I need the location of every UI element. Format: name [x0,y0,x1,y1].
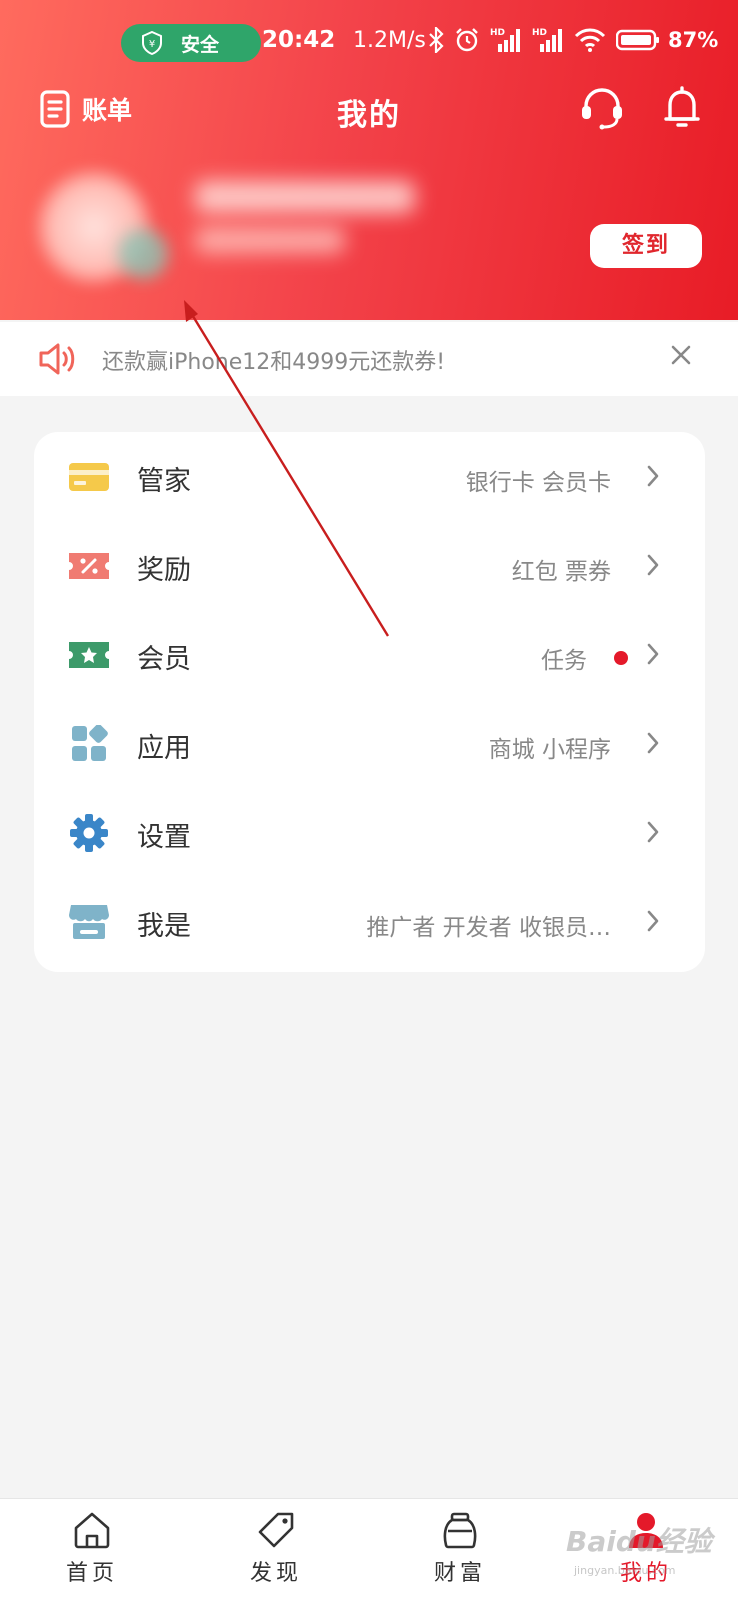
store-icon [69,905,109,939]
tab-label: 首页 [65,1561,118,1586]
username-blurred [195,181,415,213]
jar-icon [443,1512,477,1549]
coupon-icon [69,553,109,579]
notification-dot [614,651,628,665]
tab-wealth[interactable]: 财富 [400,1511,520,1587]
chevron-right-icon [647,821,659,843]
card-icon [69,463,109,491]
tag-icon [258,1512,294,1548]
menu-item-i-am[interactable]: 我是 推广者 开发者 收银员… [34,877,705,967]
gear-icon [70,814,108,852]
user-info-blurred [195,227,345,253]
shield-icon: ¥ [142,31,162,55]
tab-discover[interactable]: 发现 [216,1511,336,1587]
member-ticket-icon [69,642,109,668]
chevron-right-icon [647,732,659,754]
tab-home[interactable]: 首页 [32,1511,152,1587]
page-title: 我的 [337,98,401,133]
svg-text:¥: ¥ [149,39,155,50]
menu-item-manager[interactable]: 管家 银行卡 会员卡 [34,432,705,522]
chevron-right-icon [647,554,659,576]
apps-grid-icon [72,725,108,761]
alarm-icon [456,28,478,52]
clock: 20:42 [262,27,336,53]
avatar-badge [118,229,168,279]
safety-label: 安全 [181,33,220,56]
network-speed: 1.2M/s [353,28,426,53]
menu-label: 会员 [137,644,191,675]
bluetooth-icon [429,27,444,53]
tab-label: 财富 [433,1561,486,1586]
menu-item-rewards[interactable]: 奖励 红包 票券 [34,521,705,611]
menu-subtitle: 任务 [541,648,587,674]
signal-hd-icon: HD [490,28,520,52]
top-nav: 账单 我的 [0,84,738,140]
profile-header: ¥ 安全 20:42 1.2M/s HD HD 87% 账单 我的 签到 [0,0,738,320]
close-icon[interactable] [670,344,692,366]
watermark-url: jingyan.baidu.com [574,1564,676,1577]
menu-label: 应用 [137,733,191,764]
announcement-bar[interactable]: 还款赢iPhone12和4999元还款券! [0,322,738,396]
tab-label: 发现 [249,1561,302,1586]
menu-subtitle: 商城 小程序 [488,737,611,763]
customer-service-icon[interactable] [580,86,624,130]
svg-text:HD: HD [490,28,505,38]
signal-hd-icon-2: HD [532,28,562,52]
menu-subtitle: 银行卡 会员卡 [465,470,611,496]
wifi-icon [574,28,606,52]
safety-badge[interactable]: ¥ 安全 [121,24,261,62]
announcement-text: 还款赢iPhone12和4999元还款券! [102,350,446,375]
menu-label: 奖励 [137,555,191,586]
battery-percent: 87% [668,28,719,52]
menu-subtitle: 红包 票券 [511,559,611,585]
chevron-right-icon [647,910,659,932]
svg-text:HD: HD [532,28,547,38]
status-icons: HD HD [428,26,660,54]
speaker-icon [39,343,75,375]
home-icon [74,1512,110,1549]
menu-subtitle: 推广者 开发者 收银员… [366,915,611,941]
watermark: Baidu经验 [566,1525,712,1558]
user-profile-blurred[interactable] [20,155,460,315]
chevron-right-icon [647,643,659,665]
menu-item-member[interactable]: 会员 任务 [34,610,705,700]
battery-icon [616,29,659,51]
menu-item-apps[interactable]: 应用 商城 小程序 [34,699,705,789]
status-bar: ¥ 安全 20:42 1.2M/s HD HD 87% [0,22,738,62]
menu-label: 管家 [137,466,191,497]
menu-card: 管家 银行卡 会员卡 奖励 红包 票券 会员 任务 应用 商城 小程序 设置 我… [34,432,705,972]
chevron-right-icon [647,465,659,487]
signin-button[interactable]: 签到 [590,224,702,268]
menu-label: 我是 [137,911,191,942]
menu-item-settings[interactable]: 设置 [34,788,705,878]
menu-label: 设置 [137,822,191,853]
bell-icon[interactable] [664,86,700,130]
